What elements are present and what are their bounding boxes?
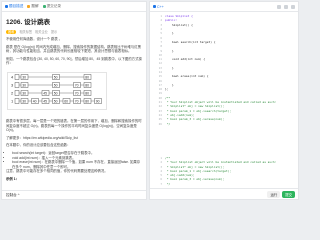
node-value: 30	[22, 75, 26, 79]
node-value: 70	[75, 99, 79, 103]
tab-solutions[interactable]: 题解	[27, 4, 39, 9]
node-value: 45	[43, 91, 47, 95]
learn-more-link[interactable]: 了解更多：https://en.wikipedia.org/wiki/Skip_…	[6, 136, 142, 141]
code-text: };	[165, 87, 169, 92]
node-value: 80	[85, 75, 89, 79]
code-line[interactable]: 7 */	[150, 182, 298, 186]
code-text: }	[165, 48, 174, 53]
problem-content: 1206. 设计跳表 困难 相关标签 相关企业 提示 不使用任何库函数，设计一个…	[2, 12, 146, 182]
fullscreen-icon[interactable]	[291, 4, 295, 9]
line-number: 26	[158, 121, 162, 126]
problem-tabs: 题目描述 题解 提交记录	[2, 2, 146, 12]
editor-actions: 运行 提交	[150, 188, 298, 199]
submit-button[interactable]: 提交	[282, 190, 295, 198]
head-node	[14, 90, 20, 96]
problem-example-intro: 例如，一个跳表包含 [30, 40, 50, 60, 70, 90]，然后增加 …	[6, 56, 142, 66]
code-text: }	[165, 31, 174, 36]
problem-panel: 题目描述 题解 提交记录 1206. 设计跳表 困难 相关标签 相关企业 提示 …	[1, 1, 147, 200]
node-value: 50	[54, 99, 58, 103]
description-icon	[5, 5, 8, 8]
problem-layers-text: 跳表中有很多层，每一层是一个短的链表。在第一层的作用下，增加、删除和搜索操作的时…	[6, 118, 142, 133]
line-number: 7	[160, 181, 162, 186]
editor-tools	[277, 4, 295, 9]
head-node	[14, 98, 20, 104]
console-toggle[interactable]: 控制台 ^	[2, 190, 146, 199]
solutions-icon	[27, 5, 31, 8]
code-text: void add(int num) {	[165, 57, 206, 62]
code-text: }	[165, 65, 174, 70]
format-icon[interactable]	[277, 4, 281, 9]
problem-note: 注意，跳表中可能存在多个相同的值，你的代码需要处理这种情况。	[6, 169, 108, 174]
functions-intro: 在本题中，你的设计应该要包含这些函数：	[6, 143, 71, 148]
code-icon	[153, 5, 156, 8]
head-node	[14, 82, 20, 88]
problem-intro: 不使用任何库函数，设计一个 跳表 。	[6, 37, 63, 41]
code-text: bool erase(int num) {	[165, 74, 209, 79]
code-text: */	[165, 181, 171, 186]
problem-title: 1206. 设计跳表	[6, 19, 51, 26]
code-editor[interactable]: 1 class Skiplist {2 public: 3 Skiplist() {4…	[150, 12, 298, 186]
node-value: 80	[85, 91, 89, 95]
node-value: 30	[22, 99, 26, 103]
head-node	[14, 74, 20, 80]
node-value: 40	[33, 99, 37, 103]
node-value: 60	[64, 99, 68, 103]
node-value: 50	[54, 75, 58, 79]
node-value: 90	[96, 99, 100, 103]
tab-description[interactable]: 题目描述	[5, 4, 23, 9]
list-item: bool erase(int num)：在跳表中删除一个值，如果 num 不存在…	[12, 160, 142, 169]
node-value: 45	[43, 99, 47, 103]
node-value: 30	[22, 91, 26, 95]
problem-description: 跳表 是在 O(log(n)) 时间内完成增加、删除、搜索操作的数据结构。跳表相…	[6, 44, 142, 54]
code-text: */	[165, 121, 171, 126]
code-text: * bool param_3 = obj->erase(num);	[165, 177, 225, 182]
node-value: 30	[22, 83, 26, 87]
skiplist-diagram: 4 30 50 803 30 50 70 802 30 45 50 70 801 30 40 45 50 60 70…	[7, 72, 107, 110]
difficulty-badge: 困难	[6, 29, 17, 34]
node-value: 70	[75, 91, 79, 95]
problem-meta: 困难 相关标签 相关企业 提示	[6, 29, 142, 34]
function-list: bool search(int target)：返回target是否存在于跳表中…	[6, 151, 142, 169]
node-value: 80	[85, 99, 89, 103]
node-value: 50	[54, 83, 58, 87]
node-value: 70	[75, 83, 79, 87]
tab-submissions[interactable]: 提交记录	[42, 4, 61, 9]
language-selector[interactable]: C++	[153, 5, 164, 9]
code-text: * bool param_3 = obj->erase(num);	[165, 117, 225, 122]
code-text: bool search(int target) {	[165, 39, 216, 44]
tags-link[interactable]: 相关标签	[19, 29, 32, 34]
editor-toolbar: C++	[150, 2, 298, 12]
reset-icon[interactable]	[284, 4, 288, 9]
node-value: 50	[54, 91, 58, 95]
node-value: 80	[85, 83, 89, 87]
code-text: Skiplist() {	[165, 22, 193, 27]
history-icon	[42, 5, 46, 8]
code-panel: C++ 1 class Skiplist {2 public: 3 Skiplist(…	[149, 1, 299, 200]
example-heading: 示例 1：	[6, 176, 19, 181]
hints-link[interactable]: 提示	[51, 29, 57, 34]
run-button[interactable]: 运行	[267, 190, 281, 198]
companies-link[interactable]: 相关企业	[35, 29, 48, 34]
